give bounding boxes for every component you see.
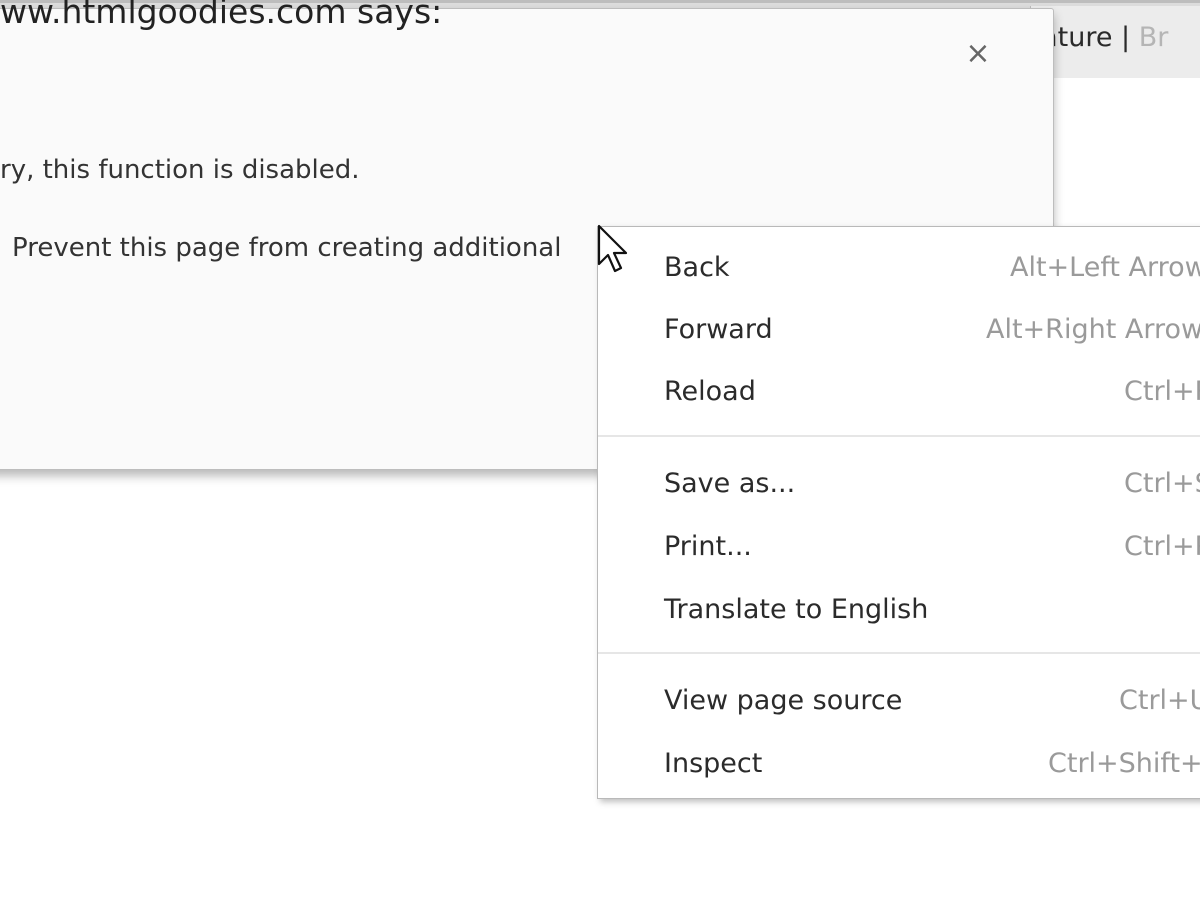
context-menu: Back Alt+Left Arrow Forward Alt+Right Ar… <box>597 226 1200 799</box>
menu-item-label: Forward <box>664 314 773 345</box>
menu-separator <box>598 652 1200 654</box>
dialog-message: ry, this function is disabled. <box>0 155 360 185</box>
menu-item-view-source[interactable]: View page source Ctrl+U <box>598 675 1200 727</box>
menu-item-shortcut: Alt+Right Arrow <box>986 314 1200 345</box>
dialog-title: ww.htmlgoodies.com says: <box>0 0 443 31</box>
menu-item-label: View page source <box>664 685 903 716</box>
menu-item-label: Print... <box>664 531 752 562</box>
menu-item-forward[interactable]: Forward Alt+Right Arrow <box>598 304 1200 356</box>
menu-item-shortcut: Ctrl+U <box>1119 685 1200 716</box>
menu-item-label: Reload <box>664 376 756 407</box>
close-button[interactable]: × <box>961 37 995 71</box>
menu-item-inspect[interactable]: Inspect Ctrl+Shift+I <box>598 738 1200 790</box>
menu-item-shortcut: Ctrl+Shift+I <box>1048 748 1200 779</box>
menu-item-shortcut: Ctrl+S <box>1124 468 1200 499</box>
menu-item-save-as[interactable]: Save as... Ctrl+S <box>598 458 1200 510</box>
menu-item-label: Save as... <box>664 468 796 499</box>
menu-item-print[interactable]: Print... Ctrl+P <box>598 521 1200 573</box>
menu-separator <box>598 435 1200 437</box>
menu-item-shortcut: Ctrl+P <box>1124 531 1200 562</box>
menu-item-translate[interactable]: Translate to English <box>598 584 1200 636</box>
prevent-dialogs-label: Prevent this page from creating addition… <box>12 233 562 263</box>
menu-item-shortcut: Ctrl+R <box>1124 376 1200 407</box>
browser-window: rature | Br × ww.htmlgoodies.com says: r… <box>0 0 1200 900</box>
tab-title-fade: Br <box>1138 22 1169 53</box>
menu-item-label: Translate to English <box>664 594 929 625</box>
close-icon: × <box>965 36 991 71</box>
menu-item-back[interactable]: Back Alt+Left Arrow <box>598 242 1200 294</box>
arrow-cursor-icon <box>597 224 628 273</box>
menu-item-reload[interactable]: Reload Ctrl+R <box>598 366 1200 418</box>
prevent-dialogs-option[interactable]: Prevent this page from creating addition… <box>12 230 561 266</box>
menu-item-shortcut: Alt+Left Arrow <box>1010 252 1200 283</box>
menu-item-label: Inspect <box>664 748 763 779</box>
menu-item-label: Back <box>664 252 730 283</box>
